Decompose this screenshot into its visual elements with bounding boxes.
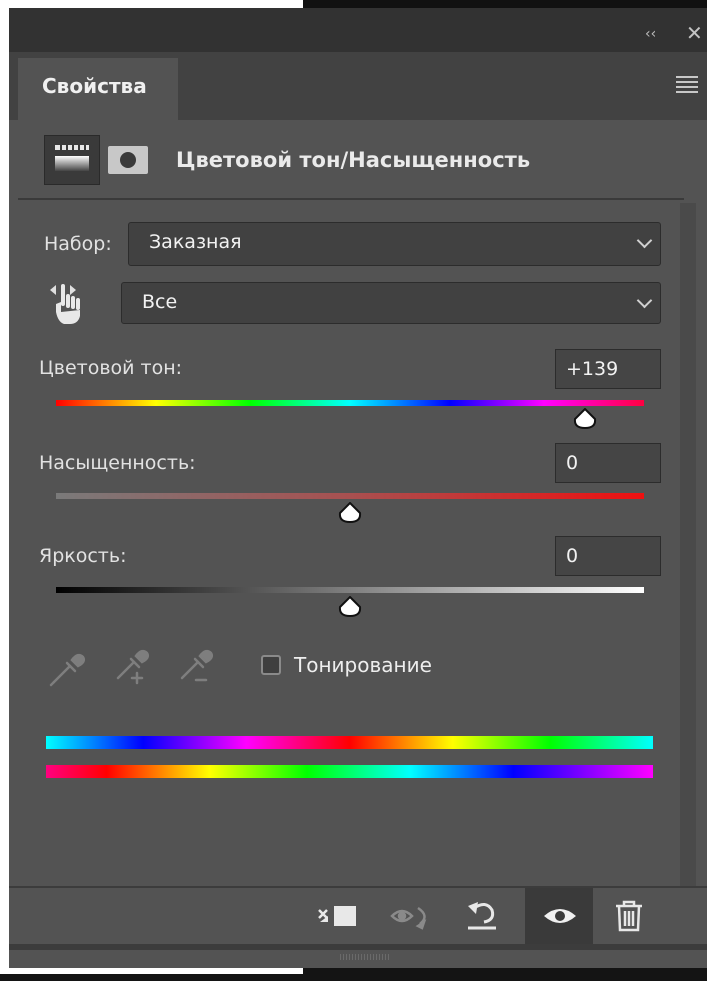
resize-grip[interactable] <box>340 954 390 960</box>
scrollbar[interactable] <box>680 203 696 886</box>
saturation-value: 0 <box>566 452 579 474</box>
chevron-down-icon <box>636 232 653 249</box>
panel-title: Цветовой тон/Насыщенность <box>176 148 531 172</box>
saturation-label: Насыщенность: <box>39 452 196 474</box>
view-previous-state-icon[interactable] <box>388 900 434 936</box>
lightness-value: 0 <box>566 545 579 567</box>
hue-slider-thumb[interactable] <box>573 407 597 430</box>
divider <box>18 198 684 200</box>
bottom-white-strip <box>0 968 303 974</box>
hue-saturation-adjustment-icon[interactable] <box>44 135 100 185</box>
preset-value: Заказная <box>149 231 242 253</box>
hue-label: Цветовой тон: <box>39 357 183 379</box>
lightness-slider-track[interactable] <box>56 587 644 593</box>
hue-value-field[interactable]: +139 <box>555 349 661 389</box>
tab-properties-label: Свойства <box>42 74 147 98</box>
eyedropper-subtract-icon[interactable] <box>176 648 218 692</box>
source-color-ramp <box>46 736 653 749</box>
eyedropper-add-icon[interactable] <box>112 648 154 692</box>
clip-to-layer-icon[interactable] <box>316 900 362 936</box>
panel-title-bar[interactable] <box>9 8 707 52</box>
saturation-value-field[interactable]: 0 <box>555 443 661 483</box>
eyedropper-icon[interactable] <box>48 648 90 692</box>
collapse-icon[interactable]: ‹‹ <box>645 26 656 42</box>
layer-mask-icon[interactable] <box>108 146 148 174</box>
preset-label: Набор: <box>44 233 112 255</box>
visibility-eye-icon[interactable] <box>540 900 580 936</box>
lightness-label: Яркость: <box>39 545 127 567</box>
colorize-label: Тонирование <box>294 653 432 677</box>
saturation-slider-track[interactable] <box>56 493 644 499</box>
targeted-adjustment-hand-icon[interactable] <box>48 282 88 330</box>
channel-dropdown[interactable]: Все <box>121 282 661 324</box>
saturation-slider-thumb[interactable] <box>338 501 362 524</box>
chevron-down-icon <box>636 292 653 309</box>
lightness-slider-thumb[interactable] <box>338 595 362 618</box>
panel-menu-icon[interactable] <box>676 76 698 96</box>
colorize-checkbox[interactable] <box>261 655 281 675</box>
reset-icon[interactable] <box>462 898 502 936</box>
close-icon[interactable]: ✕ <box>686 21 703 45</box>
top-edge <box>303 0 707 8</box>
preset-dropdown[interactable]: Заказная <box>128 222 661 266</box>
lightness-value-field[interactable]: 0 <box>555 536 661 576</box>
trash-icon[interactable] <box>612 898 646 938</box>
hue-value: +139 <box>566 358 619 380</box>
hue-slider-track[interactable] <box>56 400 644 406</box>
channel-value: Все <box>142 291 178 313</box>
result-color-ramp <box>46 765 653 778</box>
